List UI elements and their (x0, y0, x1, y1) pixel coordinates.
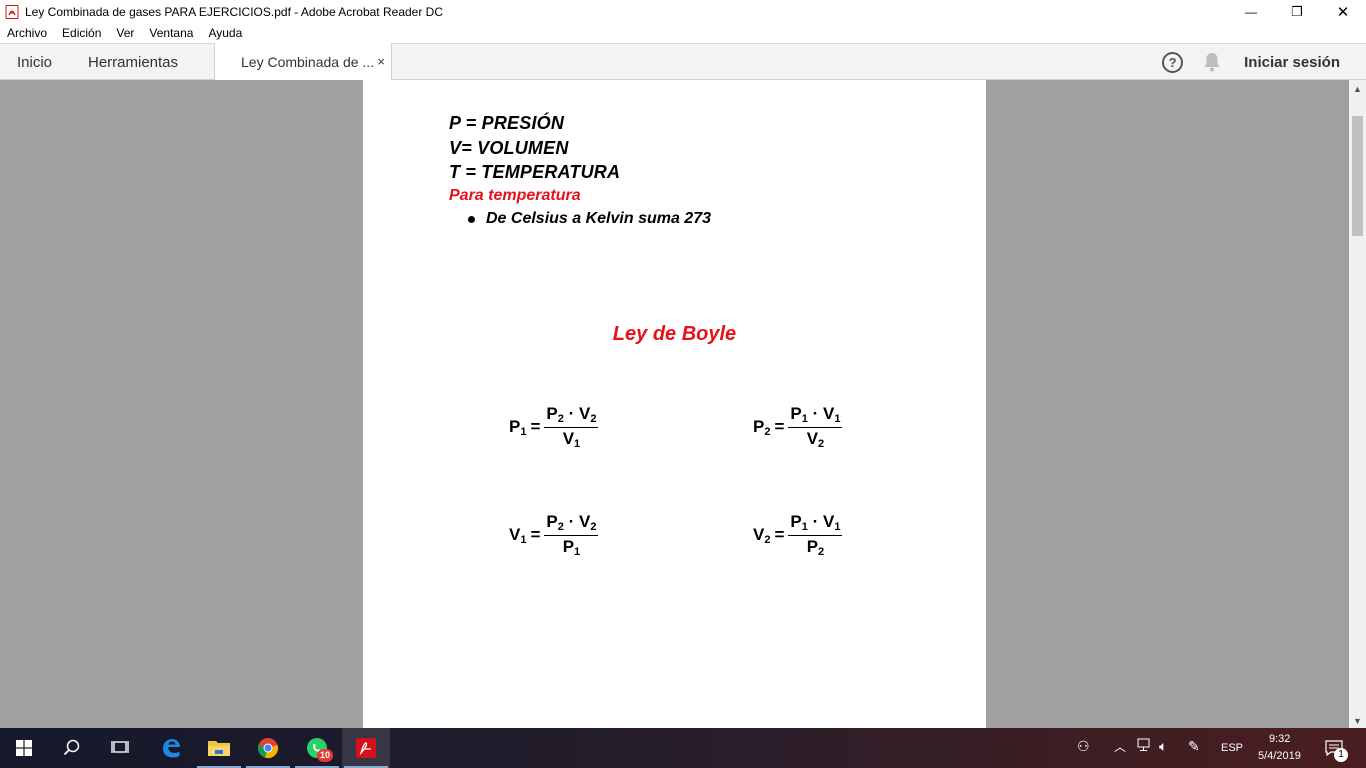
formula-p1: P1 = P2 · V2 V1 (509, 404, 599, 450)
people-icon[interactable]: ⚇ (1077, 738, 1090, 755)
fraction-numerator: P2 · V2 (544, 404, 599, 428)
menu-archivo[interactable]: Archivo (7, 26, 47, 40)
definition-volume: V= VOLUMEN (449, 138, 569, 158)
chrome-taskbar-button[interactable] (244, 728, 292, 768)
clock-date[interactable]: 5/4/2019 (1258, 750, 1301, 762)
restore-icon: ❐ (1291, 3, 1303, 19)
scroll-up-arrow-icon[interactable]: ▲ (1353, 84, 1362, 94)
fraction-numerator: P2 · V2 (544, 512, 599, 536)
temperature-note: Para temperatura (449, 187, 581, 204)
formula-lhs: P2 (753, 416, 771, 438)
signin-button[interactable]: Iniciar sesión (1244, 54, 1340, 71)
tab-bar: Inicio Herramientas Ley Combinada de ...… (0, 43, 1366, 81)
chrome-icon (258, 738, 278, 759)
formula-fraction: P1 · V1 P2 (788, 512, 843, 558)
definition-pressure: P = PRESIÓN (449, 113, 565, 133)
clock-time[interactable]: 9:32 (1269, 733, 1290, 745)
help-icon[interactable]: ? (1162, 51, 1184, 73)
fraction-numerator: P1 · V1 (788, 404, 843, 428)
bullet-item: De Celsius a Kelvin suma 273 (468, 210, 711, 228)
formula-v2: V2 = P1 · V1 P2 (753, 512, 843, 558)
task-view-button[interactable] (96, 728, 144, 768)
window-controls: — ❐ ✕ (1228, 0, 1366, 23)
fraction-denominator: P1 (562, 537, 581, 558)
tab-inicio-label: Inicio (17, 53, 53, 71)
bullet-dot (468, 215, 475, 223)
whatsapp-taskbar-button[interactable]: 10 (293, 728, 341, 768)
whatsapp-badge: 10 (316, 749, 333, 762)
tab-inicio[interactable]: Inicio (17, 44, 52, 80)
file-explorer-taskbar-button[interactable] (195, 728, 243, 768)
menu-ver[interactable]: Ver (116, 26, 134, 40)
formula-v1: V1 = P2 · V2 P1 (509, 512, 599, 558)
fraction-numerator: P1 · V1 (788, 512, 843, 536)
help-glyph: ? (1168, 54, 1177, 70)
tab-document-label: Ley Combinada de ... (241, 54, 375, 70)
formula-fraction: P2 · V2 V1 (544, 404, 599, 450)
minimize-icon: — (1245, 4, 1257, 19)
show-hidden-icons-icon[interactable]: ︿ (1114, 738, 1126, 755)
menu-edicion[interactable]: Edición (62, 26, 101, 40)
notification-count-badge: 1 (1334, 748, 1348, 762)
windows-taskbar: 10 ⚇ ︿ 🔈︎ ✎ ESP 9:32 5/4/2019 1 (0, 728, 1366, 768)
fraction-denominator: V2 (806, 429, 825, 450)
equals-sign: = (530, 417, 541, 436)
tab-herramientas-label: Herramientas (88, 53, 179, 71)
task-view-icon (111, 741, 129, 753)
formula-fraction: P2 · V2 P1 (544, 512, 599, 558)
window-title: Ley Combinada de gases PARA EJERCICIOS.p… (25, 4, 443, 19)
vertical-scrollbar[interactable]: ▲ ▼ (1349, 80, 1366, 728)
folder-icon (208, 741, 230, 756)
tab-document[interactable]: Ley Combinada de ... × (214, 43, 392, 81)
windows-logo-icon (16, 740, 32, 756)
language-indicator[interactable]: ESP (1221, 742, 1243, 754)
fraction-denominator: P2 (806, 537, 825, 558)
section-title: Ley de Boyle (612, 323, 737, 345)
tab-herramientas[interactable]: Herramientas (88, 44, 178, 80)
formula-fraction: P1 · V1 V2 (788, 404, 843, 450)
close-window-button[interactable]: ✕ (1320, 0, 1366, 23)
edge-icon (163, 739, 180, 758)
formula-lhs: P1 (509, 416, 527, 438)
volume-icon[interactable]: 🔈︎ (1159, 738, 1167, 755)
menu-ventana[interactable]: Ventana (149, 26, 193, 40)
formula-p2: P2 = P1 · V1 V2 (753, 404, 843, 450)
minimize-button[interactable]: — (1228, 0, 1274, 23)
action-center-button[interactable]: 1 (1322, 728, 1366, 768)
start-button[interactable] (0, 728, 48, 768)
acrobat-window: Ley Combinada de gases PARA EJERCICIOS.p… (0, 0, 1366, 768)
pdf-page: P = PRESIÓN V= VOLUMEN T = TEMPERATURA P… (363, 80, 986, 728)
document-viewport[interactable]: P = PRESIÓN V= VOLUMEN T = TEMPERATURA P… (0, 80, 1366, 728)
maximize-button[interactable]: ❐ (1274, 0, 1320, 23)
bullet-text: De Celsius a Kelvin suma 273 (486, 210, 711, 227)
scroll-down-arrow-icon[interactable]: ▼ (1353, 716, 1362, 726)
fraction-denominator: V1 (562, 429, 581, 450)
equals-sign: = (530, 525, 541, 544)
equals-sign: = (774, 417, 785, 436)
acrobat-taskbar-button[interactable] (342, 728, 390, 768)
close-tab-icon[interactable]: × (377, 54, 385, 69)
close-icon: ✕ (1336, 3, 1350, 21)
search-button[interactable] (48, 728, 96, 768)
acrobat-pdf-icon (5, 4, 19, 19)
pen-workspace-icon[interactable]: ✎ (1188, 738, 1200, 755)
search-icon (63, 739, 80, 756)
edge-taskbar-button[interactable] (147, 728, 195, 768)
scroll-thumb[interactable] (1352, 116, 1363, 236)
menu-ayuda[interactable]: Ayuda (208, 26, 242, 40)
formula-lhs: V2 (753, 524, 771, 546)
network-icon[interactable] (1137, 738, 1153, 755)
menu-bar: Archivo Edición Ver Ventana Ayuda (0, 23, 1366, 43)
title-bar: Ley Combinada de gases PARA EJERCICIOS.p… (0, 0, 1366, 23)
definition-temperature: T = TEMPERATURA (449, 162, 621, 182)
equals-sign: = (774, 525, 785, 544)
bell-icon[interactable] (1203, 52, 1221, 72)
acrobat-icon (356, 738, 376, 758)
formula-lhs: V1 (509, 524, 527, 546)
right-toolbar: ? Iniciar sesión (1162, 44, 1366, 80)
